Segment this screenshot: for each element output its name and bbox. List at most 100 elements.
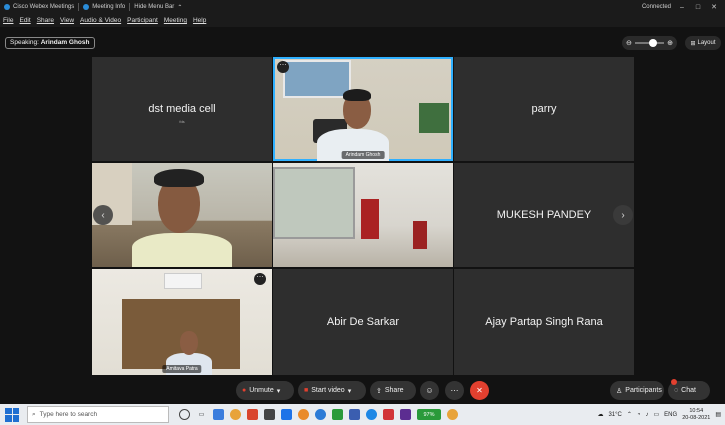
chevron-up-icon[interactable]: ⌃ [627,411,632,418]
participant-subtitle: fds [179,119,185,125]
participant-tile-video-headset[interactable]: ‹ [92,163,272,267]
connection-status[interactable]: Connected [642,4,671,10]
chat-label: Chat [681,387,696,394]
start-video-label: Start video [311,387,345,394]
previous-page-arrow-icon[interactable]: ‹ [93,205,113,225]
participants-button[interactable]: ♙ Participants [610,381,664,400]
close-window-button[interactable]: ✕ [709,3,719,11]
menu-audio-video[interactable]: Audio & Video [80,17,121,24]
clock[interactable]: 10:54 20-08-2021 [682,408,710,422]
participant-tile-ajay-partap-singh-rana[interactable]: Ajay Partap Singh Rana [454,269,634,375]
mcafee-icon[interactable] [247,409,258,420]
webex-logo-icon [4,4,10,10]
search-placeholder: Type here to search [39,411,98,418]
volume-icon[interactable]: ♪ [646,412,649,418]
participant-tile-abir-de-sarkar[interactable]: Abir De Sarkar [273,269,453,375]
file-explorer-icon[interactable] [213,409,224,420]
participant-tile-parry[interactable]: parry [454,57,634,161]
chrome-icon[interactable] [230,409,241,420]
powerpoint-icon[interactable] [383,409,394,420]
air-conditioner [164,273,202,289]
person-icon: ♙ [616,387,623,395]
red-chair [413,221,427,249]
windows-taskbar: ⌕ Type here to search ▭ 97% ☁ 31°C ⌃ ◔ ♪… [0,404,725,425]
layout-label: Layout [697,40,716,46]
clock-time: 10:54 [689,407,704,414]
taskbar-search-input[interactable]: ⌕ Type here to search [27,406,169,423]
system-tray: ☁ 31°C ⌃ ◔ ♪ ▭ ENG 10:54 20-08-2021 ▤ [597,408,725,422]
language-indicator[interactable]: ENG [664,412,677,418]
teams-icon[interactable] [400,409,411,420]
more-icon: ⋯ [450,386,459,395]
taskbar-apps: ▭ 97% [179,409,458,420]
reactions-button[interactable]: ☺ [420,381,439,400]
zoom-out-icon[interactable]: ⊖ [626,39,632,47]
battery-widget[interactable]: 97% [417,409,441,420]
zoom-slider-knob[interactable] [648,39,657,47]
webex-taskbar-icon[interactable] [366,409,377,420]
leave-meeting-button[interactable]: ✕ [470,381,489,400]
participant-tile-mukesh-pandey[interactable]: MUKESH PANDEY › [454,163,634,267]
temperature[interactable]: 31°C [608,412,621,418]
grid-icon: ⊞ [690,40,696,47]
participant-name: Abir De Sarkar [326,315,400,328]
meeting-info-button[interactable]: Meeting Info [79,4,129,10]
participant-tile-amitava-patra[interactable]: ⋯ Amitava Patra [92,269,272,375]
participant-tile-dst-media-cell[interactable]: dst media cell fds [92,57,272,161]
menu-help[interactable]: Help [193,17,206,24]
menu-share[interactable]: Share [37,17,54,24]
zoom-control[interactable]: ⊖ ⊕ [622,36,677,50]
share-label: Share [384,387,404,394]
windows-start-icon[interactable] [5,407,19,422]
zoom-in-icon[interactable]: ⊕ [667,39,673,47]
task-view-icon[interactable]: ▭ [196,409,207,420]
chevron-down-icon[interactable]: ▾ [348,387,352,395]
chevron-down-icon[interactable]: ▾ [277,387,281,395]
tile-more-button[interactable]: ⋯ [254,273,266,285]
video-off-icon: ■ [304,387,309,394]
video-grid: dst media cell fds ⋯ Arindam Ghosh parry… [92,57,634,375]
firefox-icon[interactable] [298,409,309,420]
layout-button[interactable]: ⊞ Layout [685,36,721,50]
microphone-muted-icon: ● [242,387,247,394]
next-page-arrow-icon[interactable]: › [613,205,633,225]
cortana-icon[interactable] [179,409,190,420]
word-icon[interactable] [349,409,360,420]
meeting-info-label: Meeting Info [92,4,126,10]
notifications-icon[interactable]: ▤ [715,411,721,418]
zoom-slider[interactable] [634,39,665,47]
app-icon[interactable] [264,409,275,420]
menu-edit[interactable]: Edit [19,17,30,24]
maximize-button[interactable]: □ [693,4,703,11]
chat-notification-badge [671,379,677,385]
more-options-button[interactable]: ⋯ [445,381,464,400]
participants-label: Participants [625,387,662,394]
hide-menu-bar-label: Hide Menu Bar [134,4,175,10]
menu-view[interactable]: View [60,17,74,24]
participant-tile-arindam-ghosh[interactable]: ⋯ Arindam Ghosh [273,57,453,161]
network-icon[interactable]: ◔ [637,412,641,418]
edge-icon[interactable] [281,409,292,420]
weather-icon[interactable]: ☁ [597,411,603,418]
speaking-label: Speaking: [10,39,39,46]
participant-name: dst media cell [148,102,216,115]
minimize-button[interactable]: – [677,4,687,11]
excel-icon[interactable] [332,409,343,420]
share-button[interactable]: ⇪ Share [370,381,416,400]
participant-tile-video-hall[interactable] [273,163,453,267]
hide-menu-bar-button[interactable]: Hide Menu Bar ⌃ [130,4,186,11]
battery-icon[interactable]: ▭ [654,411,660,418]
menu-file[interactable]: File [3,17,13,24]
menu-participant[interactable]: Participant [127,17,158,24]
browser-icon[interactable] [315,409,326,420]
clock-date: 20-08-2021 [682,414,711,421]
menu-meeting[interactable]: Meeting [164,17,187,24]
start-video-button[interactable]: ■ Start video ▾ [298,381,366,400]
tile-more-button[interactable]: ⋯ [277,61,289,73]
share-icon: ⇪ [376,387,382,395]
chrome-icon-secondary[interactable] [447,409,458,420]
participant-name: MUKESH PANDEY [496,208,592,221]
unmute-button[interactable]: ● Unmute ▾ [236,381,294,400]
smiley-icon: ☺ [425,386,434,395]
unmute-label: Unmute [249,387,274,394]
